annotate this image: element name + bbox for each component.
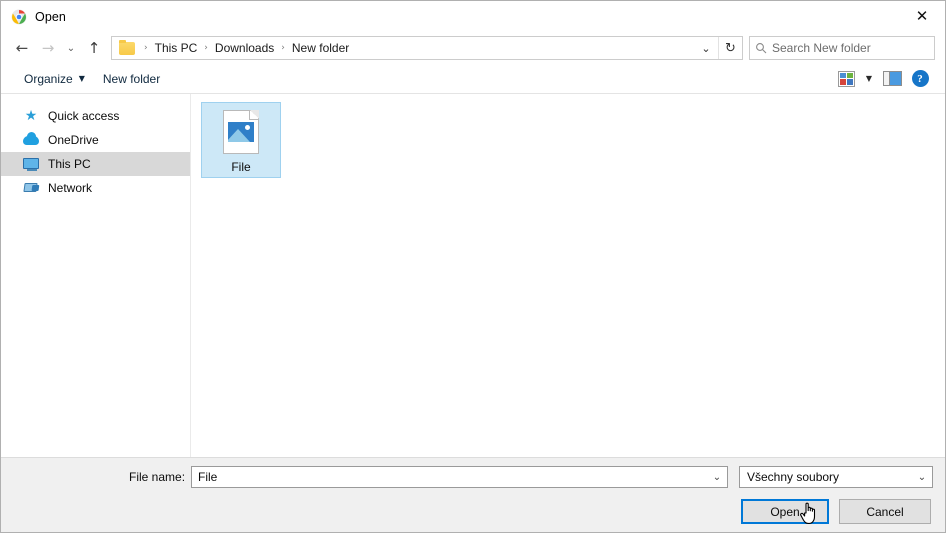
sidebar-item-onedrive[interactable]: OneDrive (1, 128, 190, 152)
refresh-icon[interactable]: ↻ (718, 37, 742, 59)
breadcrumb-downloads[interactable]: Downloads (213, 41, 276, 55)
sidebar-item-this-pc[interactable]: This PC (1, 152, 190, 176)
sidebar-item-quick-access[interactable]: ★ Quick access (1, 104, 190, 128)
sidebar-item-label: This PC (48, 157, 91, 171)
chevron-down-icon[interactable]: ⌄ (694, 37, 718, 59)
preview-pane-icon (882, 71, 902, 86)
new-folder-button[interactable]: New folder (94, 68, 169, 90)
sidebar-item-label: Network (48, 181, 93, 195)
search-icon (750, 42, 772, 54)
new-folder-label: New folder (102, 71, 161, 86)
open-file-dialog: Open ✕ ← → ⌄ ↑ › This PC › Downloads › N… (0, 0, 946, 533)
help-button[interactable]: ? (907, 67, 933, 91)
open-button[interactable]: Open (741, 499, 829, 524)
forward-button[interactable]: → (35, 36, 61, 60)
sidebar-item-label: OneDrive (48, 133, 99, 147)
file-name-label: File name: (129, 470, 186, 484)
file-item-label: File (231, 160, 251, 174)
preview-pane-button[interactable] (879, 67, 905, 91)
file-type-value: Všechny soubory (747, 470, 840, 484)
organize-label: Organize (24, 71, 73, 86)
view-options-button[interactable] (833, 67, 859, 91)
dialog-footer: File name: File ⌄ Všechny soubory ⌄ Open… (1, 457, 945, 532)
back-button[interactable]: ← (9, 36, 35, 60)
monitor-icon (23, 156, 39, 172)
help-icon: ? (911, 70, 929, 87)
cloud-icon (23, 132, 39, 148)
breadcrumb-separator-2: › (281, 43, 285, 53)
sidebar-item-label: Quick access (48, 109, 120, 123)
navigation-bar: ← → ⌄ ↑ › This PC › Downloads › New fold… (1, 32, 945, 64)
chevron-down-icon: ⌄ (917, 471, 927, 483)
network-icon (23, 180, 39, 196)
view-options-icon (837, 70, 855, 87)
dialog-body: ★ Quick access OneDrive This PC Network (1, 94, 945, 457)
star-icon: ★ (24, 108, 38, 124)
cancel-button[interactable]: Cancel (839, 499, 931, 524)
breadcrumb-new-folder[interactable]: New folder (290, 41, 351, 55)
file-type-dropdown[interactable]: Všechny soubory ⌄ (739, 466, 933, 488)
image-file-icon (223, 110, 259, 154)
recent-locations-button[interactable]: ⌄ (61, 36, 81, 60)
file-name-value: File (198, 470, 218, 484)
address-bar[interactable]: › This PC › Downloads › New folder ⌄ ↻ (111, 36, 743, 60)
chevron-down-icon[interactable]: ⌄ (707, 472, 727, 483)
view-dropdown-icon[interactable]: ▼ (861, 74, 877, 83)
sidebar-item-network[interactable]: Network (1, 176, 190, 200)
chevron-down-icon: ▼ (78, 74, 85, 83)
up-button[interactable]: ↑ (81, 36, 107, 60)
organize-button[interactable]: Organize ▼ (15, 68, 94, 90)
file-name-input[interactable]: File ⌄ (191, 466, 728, 488)
chrome-logo-icon (11, 9, 27, 25)
close-icon[interactable]: ✕ (899, 1, 945, 32)
breadcrumb-this-pc[interactable]: This PC (153, 41, 200, 55)
file-item[interactable]: File (201, 102, 281, 178)
search-box[interactable]: Search New folder (749, 36, 935, 60)
folder-icon (119, 39, 135, 55)
breadcrumb-separator-0: › (144, 43, 148, 53)
title-bar: Open ✕ (1, 1, 945, 32)
breadcrumb-separator-1: › (204, 43, 208, 53)
navigation-pane: ★ Quick access OneDrive This PC Network (1, 94, 191, 457)
file-list-pane[interactable]: File (191, 94, 945, 457)
toolbar: Organize ▼ New folder ▼ ? (1, 64, 945, 94)
window-title: Open (35, 9, 66, 24)
search-input[interactable]: Search New folder (772, 41, 871, 55)
